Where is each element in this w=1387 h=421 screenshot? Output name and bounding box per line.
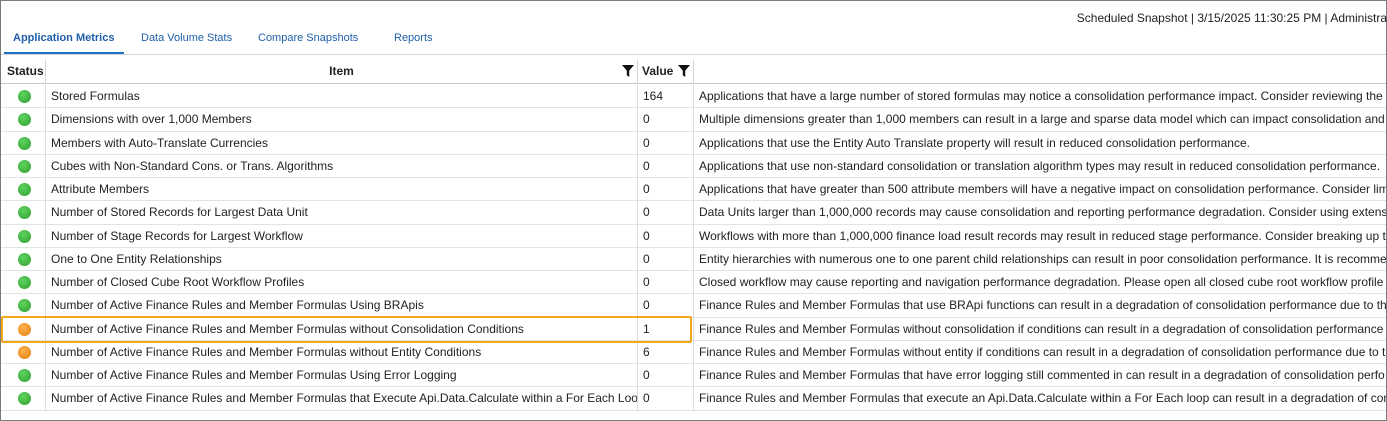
value-cell[interactable]: 0 — [638, 108, 694, 131]
table-row[interactable]: Number of Active Finance Rules and Membe… — [1, 294, 1386, 318]
tab-data-volume-stats[interactable]: Data Volume Stats — [141, 32, 232, 44]
item-cell[interactable]: Cubes with Non-Standard Cons. or Trans. … — [46, 154, 638, 177]
value-cell[interactable]: 1 — [638, 317, 694, 340]
item-cell[interactable]: Number of Active Finance Rules and Membe… — [46, 340, 638, 363]
item-cell[interactable]: Number of Active Finance Rules and Membe… — [46, 294, 638, 317]
description-cell[interactable]: Data Units larger than 1,000,000 records… — [694, 201, 1386, 223]
status-cell — [1, 108, 46, 131]
description-cell[interactable]: Applications that use non-standard conso… — [694, 155, 1386, 177]
tab-application-metrics[interactable]: Application Metrics — [13, 32, 114, 44]
value-cell[interactable]: 0 — [638, 364, 694, 387]
value-cell[interactable]: 0 — [638, 154, 694, 177]
status-green-icon — [18, 159, 31, 173]
column-header-status[interactable]: Status — [1, 60, 46, 84]
description-cell[interactable]: Applications that have greater than 500 … — [694, 178, 1386, 200]
item-cell[interactable]: Number of Closed Cube Root Workflow Prof… — [46, 271, 638, 294]
value-cell[interactable]: 0 — [638, 224, 694, 247]
value-cell[interactable]: 0 — [638, 178, 694, 201]
status-cell — [1, 364, 46, 387]
column-header-description — [694, 60, 1386, 84]
status-green-icon — [18, 369, 31, 382]
item-cell[interactable]: Dimensions with over 1,000 Members — [46, 108, 638, 131]
status-green-icon — [18, 90, 31, 103]
column-header-value[interactable]: Value — [638, 60, 694, 84]
status-cell — [1, 85, 46, 108]
table-row[interactable]: Number of Active Finance Rules and Membe… — [1, 317, 1386, 341]
status-green-icon — [18, 392, 31, 406]
table-row[interactable]: One to One Entity Relationships 0 Entity h… — [1, 247, 1386, 271]
status-cell — [1, 224, 46, 247]
description-cell[interactable]: Workflows with more than 1,000,000 finan… — [694, 225, 1386, 247]
table-row[interactable]: Members with Auto-Translate Currencies 0 A… — [1, 131, 1386, 155]
description-cell[interactable]: Finance Rules and Member Formulas that h… — [694, 364, 1386, 386]
value-cell[interactable]: 0 — [638, 201, 694, 224]
status-orange-icon — [18, 345, 31, 359]
item-cell[interactable]: Number of Active Finance Rules and Membe… — [46, 317, 638, 340]
tab-divider — [1, 54, 1386, 55]
item-cell[interactable]: Number of Active Finance Rules and Membe… — [46, 387, 638, 410]
status-orange-icon — [18, 322, 31, 336]
value-cell[interactable]: 0 — [638, 131, 694, 154]
status-green-icon — [18, 252, 31, 266]
status-cell — [1, 201, 46, 224]
tab-reports[interactable]: Reports — [394, 32, 433, 44]
status-cell — [1, 131, 46, 154]
item-cell[interactable]: Number of Stage Records for Largest Work… — [46, 224, 638, 247]
value-filter-icon[interactable] — [678, 65, 690, 78]
description-cell[interactable]: Multiple dimensions greater than 1,000 m… — [694, 108, 1386, 130]
value-cell[interactable]: 164 — [638, 85, 694, 108]
description-cell[interactable]: Applications that have a large number of… — [694, 85, 1386, 107]
value-cell[interactable]: 6 — [638, 340, 694, 363]
description-cell[interactable]: Finance Rules and Member Formulas withou… — [694, 341, 1386, 363]
description-cell[interactable]: Closed workflow may cause reporting and … — [694, 271, 1386, 293]
status-green-icon — [18, 276, 31, 289]
table-row[interactable]: Number of Closed Cube Root Workflow Prof… — [1, 271, 1386, 295]
table-row[interactable]: Number of Active Finance Rules and Membe… — [1, 387, 1386, 411]
tab-compare-snapshots[interactable]: Compare Snapshots — [258, 32, 358, 44]
table-row[interactable]: Cubes with Non-Standard Cons. or Trans. … — [1, 154, 1386, 178]
status-green-icon — [18, 206, 31, 220]
status-green-icon — [18, 183, 31, 196]
value-cell[interactable]: 0 — [638, 271, 694, 294]
table-row[interactable]: Stored Formulas 164 Applications that have… — [1, 85, 1386, 109]
column-header-value-label: Value — [642, 64, 674, 78]
status-cell — [1, 178, 46, 201]
value-cell[interactable]: 0 — [638, 294, 694, 317]
table-row[interactable]: Number of Stage Records for Largest Work… — [1, 224, 1386, 248]
table-row[interactable]: Number of Stored Records for Largest Dat… — [1, 201, 1386, 225]
item-filter-icon[interactable] — [622, 65, 634, 78]
description-cell[interactable]: Finance Rules and Member Formulas withou… — [694, 318, 1386, 340]
status-green-icon — [18, 113, 31, 127]
item-cell[interactable]: Stored Formulas — [46, 85, 638, 108]
value-cell[interactable]: 0 — [638, 387, 694, 410]
item-cell[interactable]: Attribute Members — [46, 178, 638, 201]
tab-bar: Application Metrics Data Volume Stats Co… — [0, 32, 1387, 54]
description-cell[interactable]: Applications that use the Entity Auto Tr… — [694, 132, 1386, 154]
value-cell[interactable]: 0 — [638, 247, 694, 270]
status-cell — [1, 317, 46, 340]
snapshot-info: Scheduled Snapshot | 3/15/2025 11:30:25 … — [1076, 11, 1387, 25]
description-cell[interactable]: Entity hierarchies with numerous one to … — [694, 248, 1386, 270]
table-row[interactable]: Number of Active Finance Rules and Membe… — [1, 340, 1386, 364]
item-cell[interactable]: Number of Active Finance Rules and Membe… — [46, 364, 638, 387]
description-cell[interactable]: Finance Rules and Member Formulas that e… — [694, 387, 1386, 409]
column-header-item-label: Item — [329, 64, 354, 78]
status-cell — [1, 154, 46, 177]
item-cell[interactable]: One to One Entity Relationships — [46, 247, 638, 270]
status-cell — [1, 271, 46, 294]
item-cell[interactable]: Number of Stored Records for Largest Dat… — [46, 201, 638, 224]
status-green-icon — [18, 229, 31, 243]
status-cell — [1, 247, 46, 270]
status-cell — [1, 340, 46, 363]
description-cell[interactable]: Finance Rules and Member Formulas that u… — [694, 294, 1386, 316]
table-row[interactable]: Attribute Members 0 Applications that have… — [1, 178, 1386, 202]
column-header-item[interactable]: Item — [46, 60, 638, 84]
table-row[interactable]: Number of Active Finance Rules and Membe… — [1, 364, 1386, 388]
item-cell[interactable]: Members with Auto-Translate Currencies — [46, 131, 638, 154]
status-cell — [1, 387, 46, 410]
table-row[interactable]: Dimensions with over 1,000 Members 0 Multi… — [1, 108, 1386, 132]
status-green-icon — [18, 136, 31, 150]
status-cell — [1, 294, 46, 317]
status-green-icon — [18, 299, 31, 313]
